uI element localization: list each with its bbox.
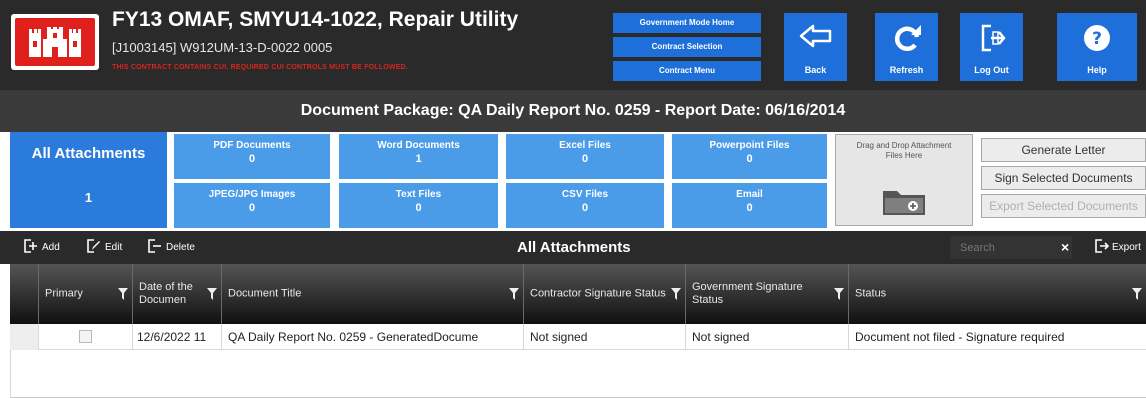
document-title-cell[interactable]: QA Daily Report No. 0259 - GeneratedDocu… bbox=[221, 324, 523, 350]
filter-icon[interactable] bbox=[118, 288, 128, 300]
tile-count: 0 bbox=[248, 153, 256, 165]
export-selected-documents-button[interactable]: Export Selected Documents bbox=[981, 194, 1146, 218]
primary-cell bbox=[38, 324, 132, 350]
tile-label: All Attachments bbox=[31, 145, 146, 162]
tile-label: Text Files bbox=[395, 189, 442, 200]
filter-icon[interactable] bbox=[509, 288, 519, 300]
add-icon bbox=[24, 239, 37, 254]
table-empty-area bbox=[10, 350, 1146, 398]
status-cell: Document not filed - Signature required bbox=[848, 324, 1146, 350]
log-out-button[interactable]: Log Out bbox=[960, 13, 1023, 81]
primary-checkbox[interactable] bbox=[79, 330, 92, 343]
generate-letter-button[interactable]: Generate Letter bbox=[981, 138, 1146, 162]
column-header-document-title[interactable]: Document Title bbox=[221, 264, 523, 324]
usace-logo bbox=[11, 14, 99, 70]
app-header: FY13 OMAF, SMYU14-1022, Repair Utility [… bbox=[0, 0, 1146, 90]
edit-button[interactable]: Edit bbox=[85, 231, 122, 264]
contract-number: [J1003145] W912UM-13-D-0022 0005 bbox=[112, 40, 333, 55]
refresh-label: Refresh bbox=[889, 65, 924, 75]
castle-icon bbox=[29, 27, 81, 57]
delete-icon bbox=[148, 239, 161, 254]
edit-icon bbox=[87, 239, 100, 254]
column-header-status[interactable]: Status bbox=[848, 264, 1146, 324]
excel-files-tile[interactable]: Excel Files 0 bbox=[506, 134, 664, 179]
export-icon bbox=[1095, 239, 1110, 254]
filter-icon[interactable] bbox=[834, 288, 844, 300]
svg-text:?: ? bbox=[1092, 29, 1102, 49]
tile-label: CSV Files bbox=[561, 189, 609, 200]
add-button[interactable]: Add bbox=[22, 231, 60, 264]
tile-count: 0 bbox=[415, 202, 422, 214]
cui-warning: THIS CONTRACT CONTAINS CUI. REQUIRED CUI… bbox=[112, 64, 408, 71]
email-tile[interactable]: Email 0 bbox=[672, 183, 827, 228]
all-attachments-tile[interactable]: All Attachments 1 bbox=[10, 132, 167, 228]
powerpoint-files-tile[interactable]: Powerpoint Files 0 bbox=[672, 134, 827, 179]
tile-count: 0 bbox=[581, 153, 589, 165]
filter-icon[interactable] bbox=[671, 288, 681, 300]
contract-title: FY13 OMAF, SMYU14-1022, Repair Utility bbox=[112, 8, 519, 31]
delete-label: Delete bbox=[166, 242, 195, 253]
help-icon: ? bbox=[1084, 25, 1110, 51]
search-input[interactable] bbox=[950, 236, 1072, 259]
tile-count: 1 bbox=[415, 153, 422, 165]
jpeg-images-tile[interactable]: JPEG/JPG Images 0 bbox=[174, 183, 330, 228]
clear-search-icon[interactable]: × bbox=[1061, 231, 1069, 264]
document-package-title: Document Package: QA Daily Report No. 02… bbox=[300, 102, 846, 119]
table-row[interactable]: 12/6/2022 11 QA Daily Report No. 0259 - … bbox=[10, 324, 1146, 350]
tile-label: PDF Documents bbox=[213, 140, 291, 151]
tile-label: Word Documents bbox=[377, 140, 460, 151]
filter-icon[interactable] bbox=[1132, 288, 1142, 300]
tile-label: Powerpoint Files bbox=[709, 140, 790, 151]
row-selector-header bbox=[10, 264, 38, 324]
back-arrow-icon bbox=[799, 24, 831, 48]
attachment-categories: All Attachments 1 PDF Documents 0 Word D… bbox=[0, 132, 1146, 231]
text-files-tile[interactable]: Text Files 0 bbox=[339, 183, 498, 228]
export-button[interactable]: Export bbox=[1093, 231, 1141, 264]
word-documents-tile[interactable]: Word Documents 1 bbox=[339, 134, 498, 179]
csv-files-tile[interactable]: CSV Files 0 bbox=[506, 183, 664, 228]
refresh-icon bbox=[894, 25, 921, 51]
back-button[interactable]: Back bbox=[784, 13, 847, 81]
contract-selection-button[interactable]: Contract Selection bbox=[613, 37, 761, 57]
edit-label: Edit bbox=[105, 242, 123, 253]
refresh-button[interactable]: Refresh bbox=[875, 13, 938, 81]
attachment-dropzone[interactable]: Drag and Drop Attachment Files Here bbox=[835, 134, 973, 226]
log-out-label: Log Out bbox=[974, 65, 1009, 75]
column-header-government-signature[interactable]: Government Signature Status bbox=[685, 264, 848, 324]
attachments-table-header: Primary Date of the Documen Document Tit… bbox=[10, 264, 1146, 324]
contractor-signature-cell: Not signed bbox=[523, 324, 685, 350]
sign-selected-documents-button[interactable]: Sign Selected Documents bbox=[981, 166, 1146, 190]
tile-count: 0 bbox=[746, 202, 753, 214]
tile-count: 1 bbox=[84, 190, 93, 205]
add-label: Add bbox=[42, 242, 60, 253]
tile-count: 0 bbox=[581, 202, 589, 214]
tile-count: 0 bbox=[746, 153, 753, 165]
folder-icon bbox=[883, 191, 925, 215]
tile-label: JPEG/JPG Images bbox=[208, 189, 296, 200]
date-cell: 12/6/2022 11 bbox=[132, 324, 221, 350]
attachments-section-title: All Attachments bbox=[517, 239, 631, 256]
column-header-contractor-signature[interactable]: Contractor Signature Status bbox=[523, 264, 685, 324]
government-mode-home-button[interactable]: Government Mode Home bbox=[613, 13, 761, 33]
tile-count: 0 bbox=[248, 202, 256, 214]
back-label: Back bbox=[804, 65, 827, 75]
help-label: Help bbox=[1087, 65, 1107, 75]
delete-button[interactable]: Delete bbox=[146, 231, 195, 264]
document-package-bar: Document Package: QA Daily Report No. 02… bbox=[0, 90, 1146, 132]
pdf-documents-tile[interactable]: PDF Documents 0 bbox=[174, 134, 330, 179]
tile-label: Email bbox=[736, 189, 763, 200]
contract-menu-button[interactable]: Contract Menu bbox=[613, 61, 761, 81]
column-header-primary[interactable]: Primary bbox=[38, 264, 132, 324]
attachments-toolbar: Add Edit Delete All Attachments × Export bbox=[0, 231, 1146, 264]
row-selector[interactable] bbox=[10, 324, 38, 350]
government-signature-cell: Not signed bbox=[685, 324, 848, 350]
help-button[interactable]: ? Help bbox=[1057, 13, 1137, 81]
dropzone-label: Drag and Drop Attachment Files Here bbox=[856, 141, 952, 160]
row-selector-column bbox=[11, 350, 39, 397]
filter-icon[interactable] bbox=[207, 288, 217, 300]
column-header-date[interactable]: Date of the Documen bbox=[132, 264, 221, 324]
logout-icon bbox=[981, 24, 1006, 52]
tile-label: Excel Files bbox=[559, 140, 611, 151]
export-label: Export bbox=[1112, 242, 1141, 253]
